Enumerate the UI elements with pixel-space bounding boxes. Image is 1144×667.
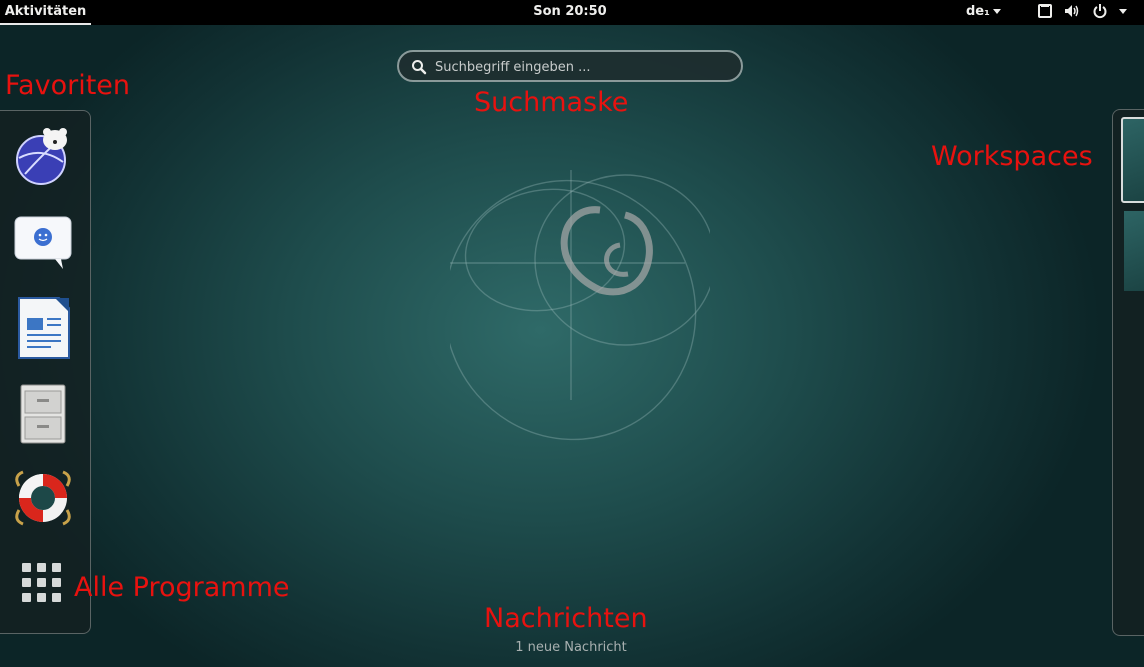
- display-icon: [1038, 4, 1052, 18]
- annotation-workspaces: Workspaces: [931, 141, 1093, 172]
- annotation-alle-programme: Alle Programme: [74, 572, 290, 603]
- dash-favorites: [0, 110, 91, 634]
- app-grid-icon[interactable]: [17, 558, 67, 608]
- workspace-1-thumbnail[interactable]: [1121, 117, 1144, 203]
- annotation-nachrichten: Nachrichten: [484, 603, 648, 634]
- debian-logo: [450, 170, 710, 441]
- chevron-down-icon: [992, 9, 1001, 14]
- volume-icon: [1065, 5, 1079, 17]
- annotation-favoriten: Favoriten: [5, 70, 131, 101]
- search-input[interactable]: [433, 55, 727, 79]
- top-bar: Aktivitäten Son 20:50 de₁: [0, 0, 1144, 25]
- power-icon: [1093, 4, 1107, 19]
- empathy-chat-icon[interactable]: [11, 211, 75, 275]
- iceweasel-browser-icon[interactable]: [11, 124, 75, 188]
- message-tray-notification[interactable]: 1 neue Nachricht: [476, 640, 666, 655]
- workspace-switcher: [1112, 109, 1144, 636]
- search-icon: [412, 60, 427, 75]
- chevron-down-icon: [1119, 9, 1127, 14]
- annotation-suchmaske: Suchmaske: [474, 87, 629, 118]
- activities-button[interactable]: Aktivitäten: [0, 0, 91, 25]
- libreoffice-writer-icon[interactable]: [11, 296, 75, 360]
- keyboard-layout-label: de₁: [966, 4, 990, 19]
- keyboard-layout-indicator[interactable]: de₁: [966, 4, 1001, 19]
- system-status-area[interactable]: [1036, 3, 1136, 21]
- clock[interactable]: Son 20:50: [530, 4, 610, 19]
- file-cabinet-icon[interactable]: [11, 381, 75, 445]
- help-lifebuoy-icon[interactable]: [11, 466, 75, 530]
- search-field[interactable]: [397, 50, 743, 82]
- workspace-2-thumbnail[interactable]: [1124, 211, 1144, 291]
